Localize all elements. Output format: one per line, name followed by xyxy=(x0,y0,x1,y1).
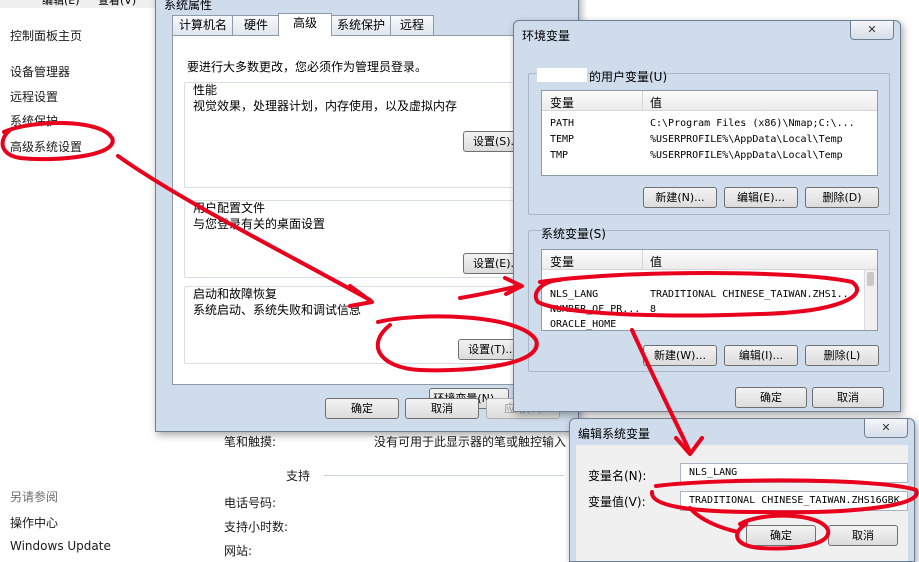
user-profiles-title: 用户配置文件 xyxy=(193,201,266,215)
table-row[interactable]: TMP %USERPROFILE%\AppData\Local\Temp xyxy=(542,148,877,164)
close-button[interactable]: ✕ xyxy=(850,21,894,40)
user-profiles-desc: 与您登录有关的桌面设置 xyxy=(193,217,326,231)
user-variables-group: 的用户变量(U) 变量 值 PATH C:\Program Files (x86)… xyxy=(528,68,890,215)
cancel-button[interactable]: 取消 xyxy=(828,525,898,546)
table-header: 变量 值 xyxy=(542,91,877,111)
close-icon: ✕ xyxy=(867,23,877,36)
variable-value-label: 变量值(V): xyxy=(588,495,646,509)
pen-touch-label: 笔和触摸: xyxy=(224,435,277,449)
ok-button[interactable]: 确定 xyxy=(746,525,816,546)
table-row-selected[interactable]: NLS_LANG TRADITIONAL CHINESE_TAIWAN.ZHS1.… xyxy=(542,287,877,303)
admin-note: 要进行大多数更改，您必须作为管理员登录。 xyxy=(187,60,428,74)
dialog-body: 变量名(N): NLS_LANG 变量值(V): TRADITIONAL CHI… xyxy=(576,445,908,561)
window-title: 系统属性 xyxy=(164,0,213,12)
edit-system-variable-window: 编辑系统变量 ✕ 变量名(N): NLS_LANG 变量值(V): TRADIT… xyxy=(569,418,915,562)
system-variables-group: 系统变量(S) 变量 值 NLS_LANG TRADITIONAL CHINESE… xyxy=(528,227,890,372)
column-variable: 变量 xyxy=(550,96,575,110)
system-delete-button[interactable]: 删除(L) xyxy=(805,345,879,366)
pen-touch-value: 没有可用于此显示器的笔或触控输入 xyxy=(374,435,567,449)
user-variables-table: 变量 值 PATH C:\Program Files (x86)\Nmap;C:\… xyxy=(541,90,878,176)
device-manager-link[interactable]: 设备管理器 xyxy=(10,63,70,80)
divider xyxy=(324,475,564,476)
column-variable: 变量 xyxy=(550,255,575,269)
user-variables-title: 的用户变量(U) xyxy=(589,70,668,84)
redacted-username xyxy=(537,68,587,82)
table-row[interactable]: PATH C:\Program Files (x86)\Nmap;C:\... xyxy=(542,116,877,132)
tab-computer-name[interactable]: 计算机名 xyxy=(172,15,234,35)
cancel-button[interactable]: 取消 xyxy=(405,398,479,419)
window-title: 环境变量 xyxy=(522,29,571,43)
variable-value-field[interactable]: TRADITIONAL CHINESE_TAIWAN.ZHS16GBK xyxy=(680,491,908,511)
remote-settings-link[interactable]: 远程设置 xyxy=(10,88,58,105)
advanced-system-settings-link[interactable]: 高级系统设置 xyxy=(10,138,82,155)
see-also-heading: 另请参阅 xyxy=(10,490,59,504)
startup-recovery-desc: 系统启动、系统失败和调试信息 xyxy=(193,303,362,317)
website-label: 网站: xyxy=(224,544,253,558)
column-value: 值 xyxy=(650,96,663,110)
user-delete-button[interactable]: 删除(D) xyxy=(805,187,879,208)
system-variables-table: 变量 值 NLS_LANG TRADITIONAL CHINESE_TAIWAN.… xyxy=(541,249,878,331)
windows-update-link[interactable]: Windows Update xyxy=(10,539,111,553)
environment-variables-window: 环境变量 ✕ 的用户变量(U) 变量 值 PATH C:\Program File… xyxy=(513,20,901,412)
menu-view[interactable]: 查看(V) xyxy=(98,0,136,8)
system-edit-button[interactable]: 编辑(I)... xyxy=(724,345,798,366)
performance-group: 性能 视觉效果，处理器计划，内存使用，以及虚拟内存 设置(S)... xyxy=(184,82,566,188)
table-row[interactable] xyxy=(542,274,877,284)
table-row[interactable]: ORACLE_HOME xyxy=(542,317,877,330)
table-header: 变量 值 xyxy=(542,250,877,270)
close-button[interactable]: ✕ xyxy=(864,419,908,438)
tab-advanced[interactable]: 高级 xyxy=(278,13,332,36)
ok-button[interactable]: 确定 xyxy=(325,398,399,419)
user-new-button[interactable]: 新建(N)... xyxy=(643,187,717,208)
menu-edit[interactable]: 编辑(E) xyxy=(42,0,80,8)
system-new-button[interactable]: 新建(W)... xyxy=(643,345,717,366)
tab-hardware[interactable]: 硬件 xyxy=(232,15,280,35)
support-heading: 支持 xyxy=(286,469,311,483)
system-variables-title: 系统变量(S) xyxy=(541,227,606,241)
vertical-scrollbar[interactable] xyxy=(864,270,877,330)
performance-title: 性能 xyxy=(193,83,218,97)
support-hours-label: 支持小时数: xyxy=(224,520,289,534)
scroll-thumb[interactable] xyxy=(867,272,874,286)
user-profiles-group: 用户配置文件 与您登录有关的桌面设置 设置(E)... xyxy=(184,200,566,278)
variable-name-field[interactable]: NLS_LANG xyxy=(680,463,908,483)
user-edit-button[interactable]: 编辑(E)... xyxy=(724,187,798,208)
table-row[interactable]: TEMP %USERPROFILE%\AppData\Local\Temp xyxy=(542,132,877,148)
startup-recovery-title: 启动和故障恢复 xyxy=(193,287,278,301)
window-title: 编辑系统变量 xyxy=(578,427,651,441)
control-panel-home-link[interactable]: 控制面板主页 xyxy=(10,27,82,44)
table-row[interactable]: NUMBER_OF_PR... 8 xyxy=(542,302,877,318)
phone-label: 电话号码: xyxy=(224,496,277,510)
parent-menu-bar: 编辑(E) 查看(V) xyxy=(0,0,160,8)
cancel-button[interactable]: 取消 xyxy=(812,387,884,408)
ok-button[interactable]: 确定 xyxy=(735,387,807,408)
system-protection-link[interactable]: 系统保护 xyxy=(10,112,58,129)
tab-remote[interactable]: 远程 xyxy=(390,15,434,35)
performance-desc: 视觉效果，处理器计划，内存使用，以及虚拟内存 xyxy=(193,99,458,113)
variable-name-label: 变量名(N): xyxy=(588,469,647,483)
column-value: 值 xyxy=(650,255,663,269)
tab-system-protection[interactable]: 系统保护 xyxy=(330,15,392,35)
startup-recovery-group: 启动和故障恢复 系统启动、系统失败和调试信息 设置(T)... xyxy=(184,286,566,364)
close-icon: ✕ xyxy=(881,421,891,434)
control-panel-left-pane: 控制面板主页 设备管理器 远程设置 系统保护 高级系统设置 另请参阅 操作中心 … xyxy=(0,8,160,560)
action-center-link[interactable]: 操作中心 xyxy=(10,514,58,531)
